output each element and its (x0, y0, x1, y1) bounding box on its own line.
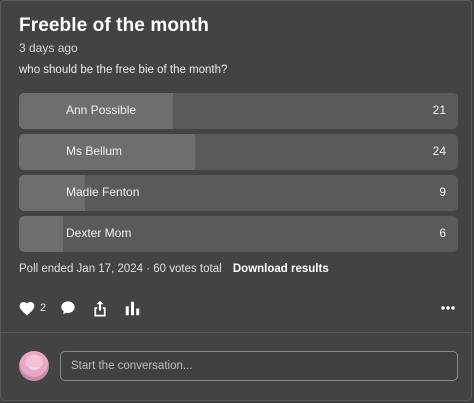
avatar-hair-shape (25, 355, 43, 367)
poll-options: Ann Possible 21 Ms Bellum 24 Madie Fento… (19, 93, 458, 257)
comment-bubble-icon (61, 301, 75, 315)
poll-option[interactable]: Ms Bellum 24 (19, 134, 458, 170)
poll-option-count: 24 (432, 144, 446, 158)
more-dots-icon (441, 306, 455, 310)
poll-option-label: Madie Fenton (66, 185, 140, 199)
poll-option[interactable]: Madie Fenton 9 (19, 175, 458, 211)
like-count: 2 (40, 302, 47, 314)
section-divider (1, 332, 471, 333)
poll-option-count: 9 (439, 185, 446, 199)
post-timestamp: 3 days ago (19, 41, 78, 55)
poll-option[interactable]: Ann Possible 21 (19, 93, 458, 129)
user-avatar[interactable] (19, 351, 49, 381)
poll-option-label: Dexter Mom (66, 226, 132, 240)
comment-button[interactable] (60, 298, 76, 318)
share-button[interactable] (93, 298, 107, 318)
download-results-link[interactable]: Download results (233, 263, 329, 275)
post-actions: 2 (19, 298, 455, 318)
heart-icon (19, 301, 35, 315)
poll-option-count: 21 (432, 103, 446, 117)
poll-meta-text: Poll ended Jan 17, 2024 · 60 votes total (19, 263, 222, 275)
post-title: Freeble of the month (19, 15, 209, 36)
poll-option-fill (19, 216, 63, 252)
poll-option-label: Ann Possible (66, 103, 137, 117)
more-options-button[interactable] (441, 298, 455, 318)
comment-input[interactable] (60, 351, 458, 381)
share-icon (94, 300, 106, 317)
poll-option-label: Ms Bellum (66, 144, 123, 158)
poll-post-card: Freeble of the month 3 days ago who shou… (0, 0, 472, 401)
poll-stats-button[interactable] (125, 298, 140, 318)
like-button[interactable]: 2 (19, 298, 46, 318)
bar-chart-icon (125, 301, 140, 315)
poll-question: who should be the free bie of the month? (19, 64, 228, 76)
poll-option[interactable]: Dexter Mom 6 (19, 216, 458, 252)
poll-option-count: 6 (439, 226, 446, 240)
poll-summary: Poll ended Jan 17, 2024 · 60 votes total… (19, 263, 329, 275)
